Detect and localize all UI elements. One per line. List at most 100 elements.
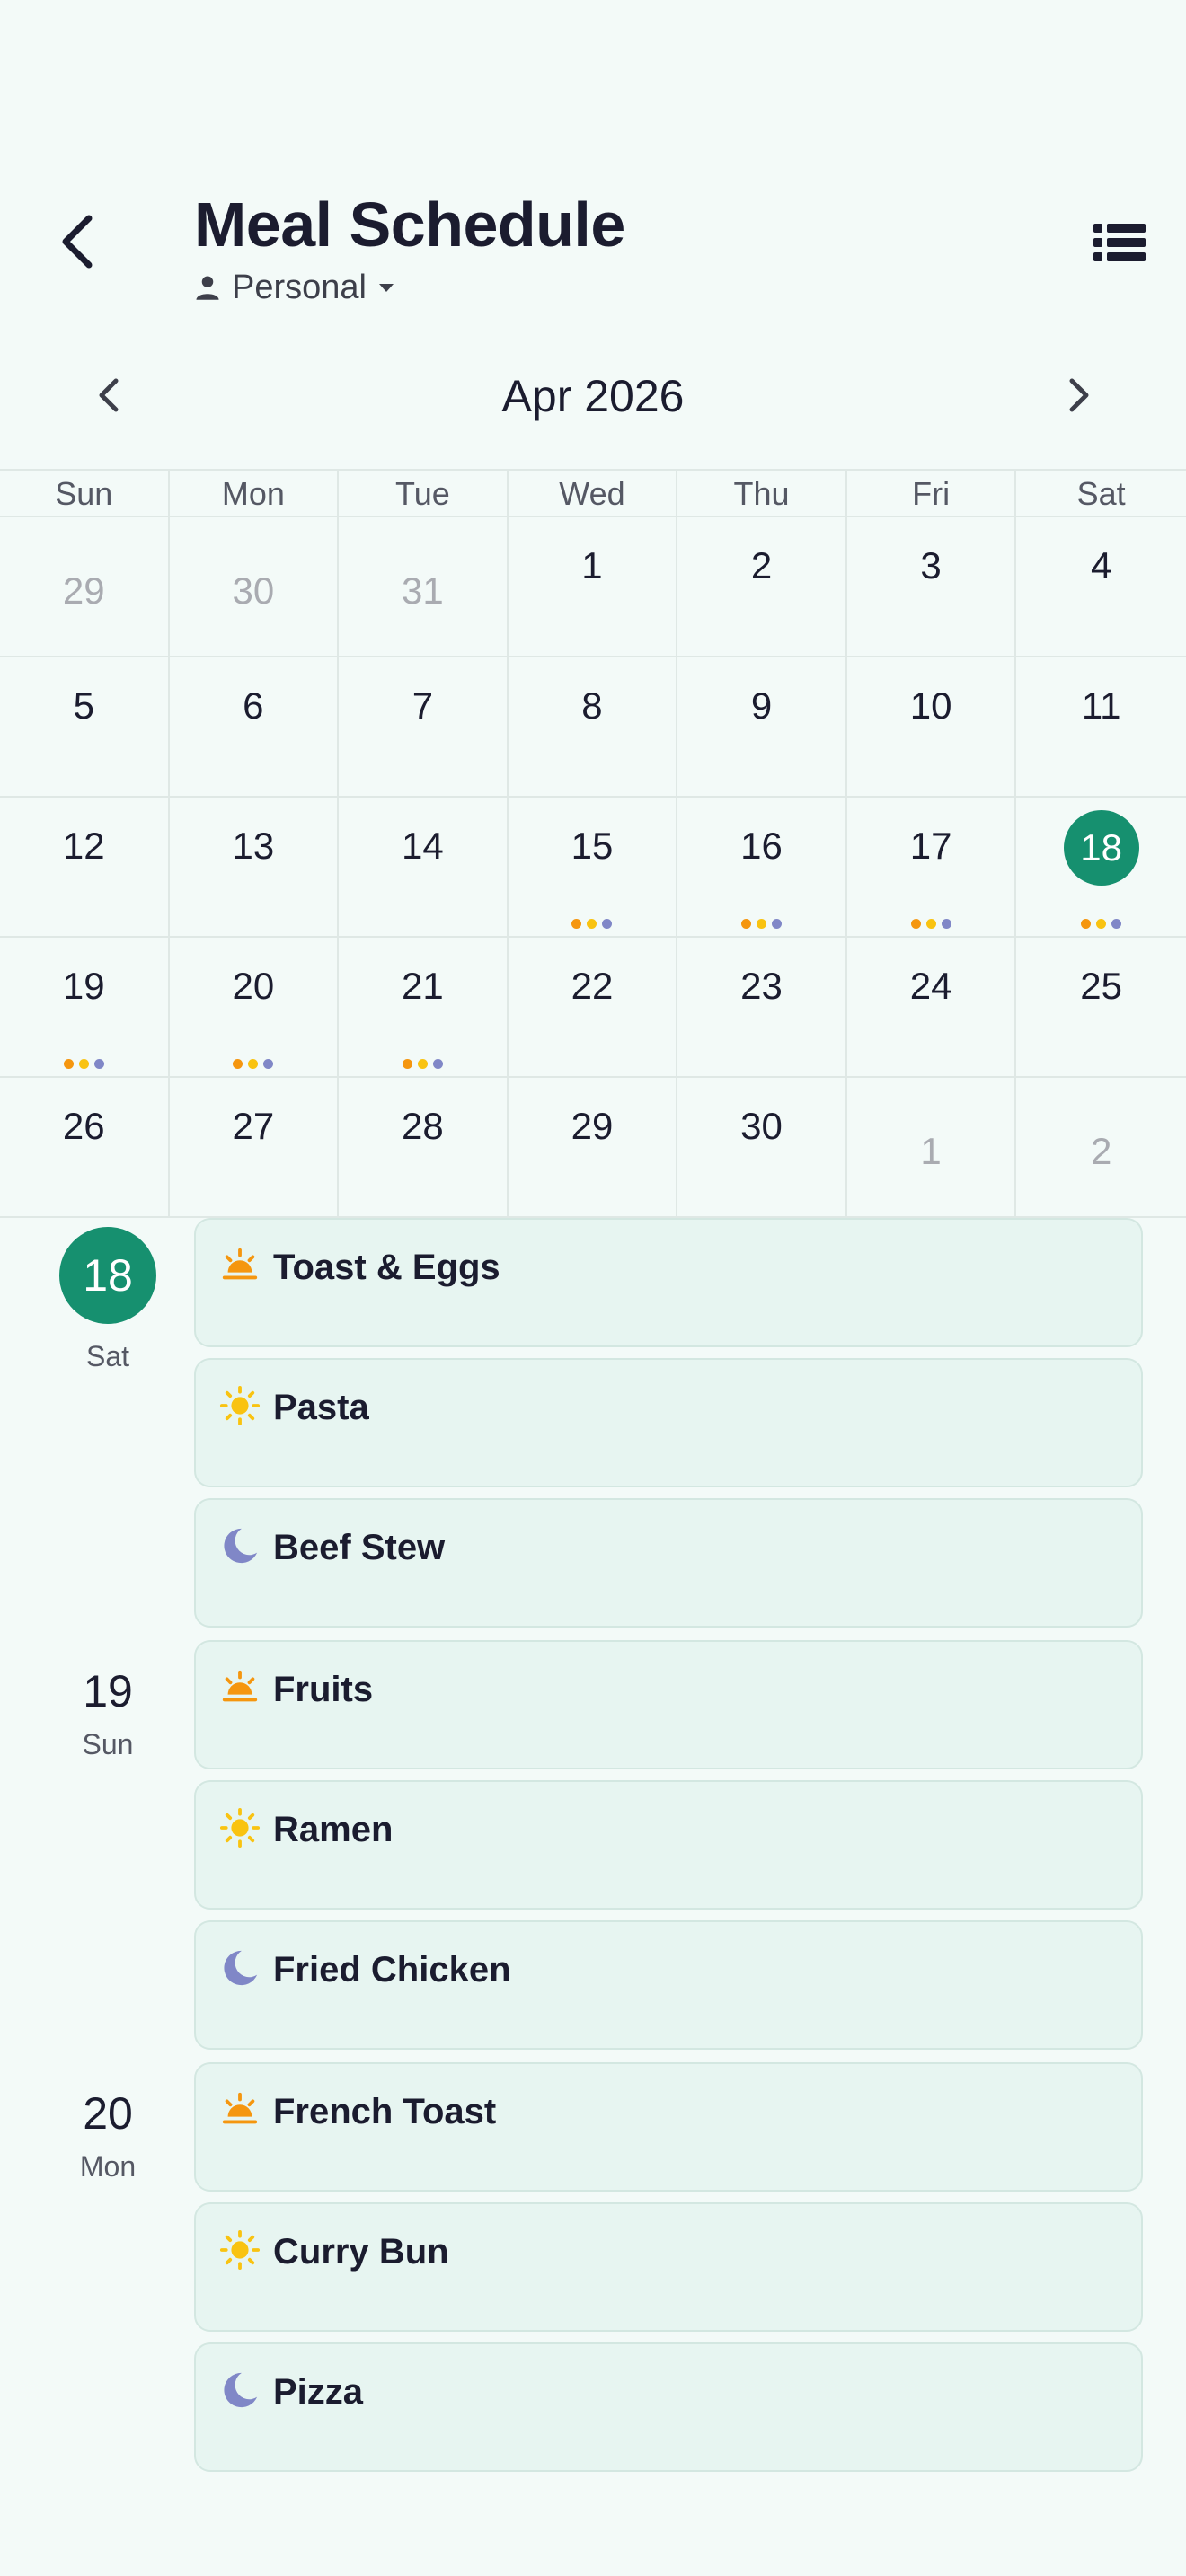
- calendar-day[interactable]: 7: [339, 657, 509, 796]
- calendar-day[interactable]: 13: [170, 798, 340, 936]
- day-number: 2: [750, 544, 773, 587]
- dinner-dot: [93, 1059, 104, 1069]
- agenda-day-group: 19 Sun Fruits Ramen Fried Chicken: [0, 1640, 1186, 2050]
- calendar-day[interactable]: 22: [509, 938, 678, 1076]
- meal-card-breakfast[interactable]: Fruits: [194, 1640, 1143, 1769]
- calendar-day[interactable]: 25: [1016, 938, 1186, 1076]
- next-month-button[interactable]: [1051, 366, 1109, 424]
- calendar-day[interactable]: 1: [509, 517, 678, 656]
- calendar-week: 29 30 31 1 2 3 4: [0, 517, 1186, 657]
- calendar-day[interactable]: 16: [677, 798, 847, 936]
- back-button[interactable]: [45, 203, 108, 280]
- calendar-day[interactable]: 29: [509, 1078, 678, 1216]
- calendar-day[interactable]: 4: [1016, 517, 1186, 656]
- meal-card-lunch[interactable]: Pasta: [194, 1358, 1143, 1487]
- meal-card-breakfast[interactable]: Toast & Eggs: [194, 1218, 1143, 1347]
- calendar-day[interactable]: 28: [339, 1078, 509, 1216]
- lunch-dot: [587, 919, 597, 929]
- meal-agenda: 18 Sat Toast & Eggs Pasta Beef Stew 19 Sun Frui…: [0, 1218, 1186, 2483]
- calendar-day[interactable]: 23: [677, 938, 847, 1076]
- day-number: 9: [750, 684, 773, 727]
- weekday-label: Wed: [509, 471, 678, 516]
- day-number: 8: [581, 684, 603, 727]
- moon-icon: [224, 1950, 258, 1986]
- calendar-day[interactable]: 6: [170, 657, 340, 796]
- calendar-day[interactable]: 12: [0, 798, 170, 936]
- day-number: 29: [62, 569, 105, 612]
- meal-card-dinner[interactable]: Pizza: [194, 2342, 1143, 2472]
- calendar-day[interactable]: 10: [847, 657, 1017, 796]
- meal-name: Beef Stew: [273, 1528, 446, 1567]
- meal-indicator-dots: [339, 1059, 507, 1069]
- calendar-day[interactable]: 2: [677, 517, 847, 656]
- scope-selector[interactable]: Personal: [194, 262, 395, 313]
- meal-card-lunch[interactable]: Curry Bun: [194, 2202, 1143, 2332]
- day-number: 20: [232, 965, 275, 1007]
- calendar-day[interactable]: 14: [339, 798, 509, 936]
- calendar-day[interactable]: 31: [339, 517, 509, 656]
- agenda-date-weekday: Sun: [82, 1728, 134, 1760]
- calendar-day[interactable]: 3: [847, 517, 1017, 656]
- chevron-left-icon: [62, 215, 93, 269]
- person-icon: [196, 276, 219, 300]
- month-label: Apr 2026: [501, 371, 685, 421]
- meal-indicator-dots: [0, 1059, 168, 1069]
- dinner-dot: [602, 919, 613, 929]
- agenda-date: 19 Sun: [0, 1640, 216, 1762]
- calendar-day[interactable]: 30: [170, 517, 340, 656]
- calendar-day[interactable]: 20: [170, 938, 340, 1076]
- calendar-day[interactable]: 17: [847, 798, 1017, 936]
- day-number: 30: [740, 1105, 783, 1147]
- dinner-dot: [432, 1059, 443, 1069]
- calendar-day[interactable]: 11: [1016, 657, 1186, 796]
- day-number: 27: [232, 1105, 275, 1147]
- meal-name: French Toast: [273, 2092, 497, 2131]
- calendar-day[interactable]: 27: [170, 1078, 340, 1216]
- meal-name: Pizza: [273, 2372, 364, 2412]
- calendar-day[interactable]: 26: [0, 1078, 170, 1216]
- calendar-day[interactable]: 1: [847, 1078, 1017, 1216]
- chevron-right-icon: [1069, 378, 1089, 412]
- meal-name: Pasta: [273, 1388, 369, 1427]
- meal-name: Ramen: [273, 1810, 394, 1849]
- meal-card-dinner[interactable]: Fried Chicken: [194, 1920, 1143, 2050]
- calendar-day[interactable]: 19: [0, 938, 170, 1076]
- calendar-day[interactable]: 15: [509, 798, 678, 936]
- calendar-week: 26 27 28 29 30 1 2: [0, 1078, 1186, 1218]
- list-view-button[interactable]: [1087, 214, 1152, 271]
- calendar-day[interactable]: 24: [847, 938, 1017, 1076]
- day-number: 18: [1063, 810, 1139, 886]
- day-number: 5: [73, 684, 94, 727]
- day-number: 1: [920, 1130, 942, 1172]
- lunch-dot: [1096, 919, 1107, 929]
- calendar-day[interactable]: 8: [509, 657, 678, 796]
- month-navigator: Apr 2026: [0, 359, 1186, 431]
- calendar-day[interactable]: 2: [1016, 1078, 1186, 1216]
- app-header: Meal Schedule Personal: [0, 0, 1186, 332]
- sunrise-icon: [222, 1248, 258, 1280]
- meal-card-dinner[interactable]: Beef Stew: [194, 1498, 1143, 1628]
- breakfast-dot: [571, 919, 582, 929]
- meal-card-breakfast[interactable]: French Toast: [194, 2062, 1143, 2192]
- meal-indicator-dots: [170, 1059, 338, 1069]
- moon-icon: [224, 2372, 258, 2408]
- weekday-header: Sun Mon Tue Wed Thu Fri Sat: [0, 471, 1186, 517]
- meal-name: Fruits: [273, 1670, 374, 1709]
- weekday-label: Sun: [0, 471, 170, 516]
- day-number: 22: [571, 965, 614, 1007]
- day-number: 3: [920, 544, 942, 587]
- agenda-date-number: 19: [83, 1666, 133, 1716]
- lunch-dot: [248, 1059, 259, 1069]
- calendar-day-selected[interactable]: 18: [1016, 798, 1186, 936]
- caret-down-icon: [378, 284, 394, 292]
- meal-card-lunch[interactable]: Ramen: [194, 1780, 1143, 1910]
- calendar-day[interactable]: 21: [339, 938, 509, 1076]
- dinner-dot: [772, 919, 783, 929]
- agenda-date: 20 Mon: [0, 2062, 216, 2184]
- calendar-day[interactable]: 5: [0, 657, 170, 796]
- calendar-day[interactable]: 30: [677, 1078, 847, 1216]
- breakfast-dot: [63, 1059, 74, 1069]
- calendar-day[interactable]: 29: [0, 517, 170, 656]
- lunch-dot: [925, 919, 936, 929]
- calendar-day[interactable]: 9: [677, 657, 847, 796]
